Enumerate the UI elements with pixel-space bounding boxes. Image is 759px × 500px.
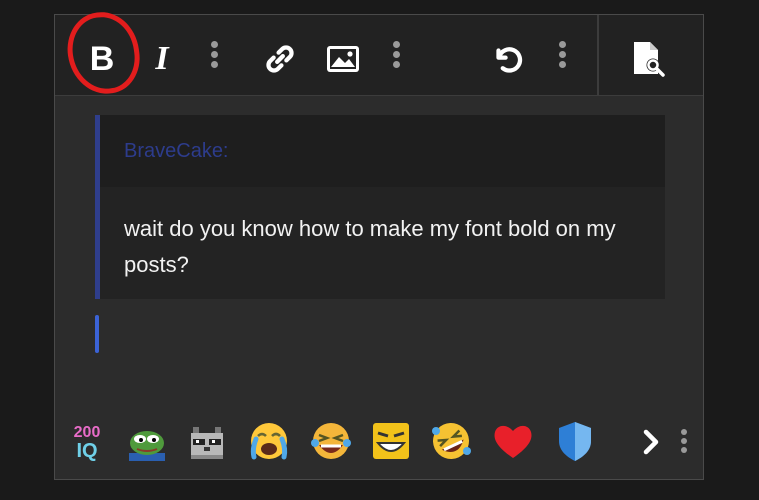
text-cursor	[95, 315, 99, 353]
svg-text:IQ: IQ	[76, 440, 97, 462]
quote-text: wait do you know how to make my font bol…	[124, 216, 616, 277]
laughing-square-emoji-icon[interactable]	[369, 419, 413, 463]
editor-toolbar: B I	[55, 7, 703, 99]
quote-author: BraveCake:	[100, 115, 665, 187]
next-emoji-button[interactable]	[637, 425, 665, 459]
image-button[interactable]	[323, 39, 363, 79]
link-icon	[266, 45, 294, 73]
post-editor[interactable]: B I BraveCake: wait do you know how to m…	[54, 7, 704, 480]
200iq-icon[interactable]: 200 IQ	[65, 419, 109, 463]
blue-shield-icon[interactable]	[553, 419, 597, 463]
laughing-crying-emoji-icon[interactable]	[309, 419, 353, 463]
link-button[interactable]	[260, 39, 300, 79]
chevron-right-icon	[643, 429, 659, 455]
more-options-icon[interactable]	[679, 429, 689, 456]
more-options-icon[interactable]	[557, 41, 567, 71]
italic-button[interactable]: I	[147, 38, 177, 80]
rolling-laughing-emoji-icon[interactable]	[429, 419, 473, 463]
more-options-icon[interactable]	[209, 41, 219, 71]
image-icon	[327, 46, 359, 72]
raccoon-pixel-icon[interactable]	[185, 419, 229, 463]
preview-button[interactable]	[627, 37, 671, 81]
more-options-icon[interactable]	[391, 41, 401, 71]
svg-text:200: 200	[74, 424, 101, 441]
undo-icon	[496, 47, 523, 73]
red-annotation-circle	[62, 7, 145, 99]
crying-emoji-icon[interactable]	[247, 419, 291, 463]
quote-block: BraveCake: wait do you know how to make …	[95, 115, 665, 299]
file-search-icon	[634, 42, 665, 77]
pepe-frog-icon[interactable]	[125, 419, 169, 463]
emoji-bar: 200 IQ	[65, 415, 700, 475]
red-heart-icon[interactable]	[491, 419, 535, 463]
toolbar-divider	[597, 15, 599, 95]
undo-button[interactable]	[487, 39, 527, 79]
